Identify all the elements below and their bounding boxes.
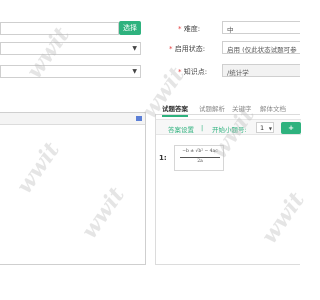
type-select[interactable]: ▼ [0,65,141,78]
answer-toolbar: 答案设置 | 开始小题号: 1 ▼ + [156,119,301,135]
required-mark: * [169,45,173,53]
editor-toolbar [0,113,145,125]
category-select[interactable]: ▼ [0,42,141,55]
formula-box[interactable]: −b ± √b² − 4ac 2a [174,145,224,171]
required-mark: * [178,68,182,76]
status-label: * 启用状态: [169,44,205,54]
chevron-down-icon: ▼ [132,68,137,75]
tab-document[interactable]: 解体文档 [260,103,286,113]
question-editor-panel [0,112,146,265]
knowledge-field[interactable]: /统计学 [222,64,300,77]
chevron-down-icon: ▼ [132,45,137,52]
knowledge-label: * 知识点: [178,67,207,77]
difficulty-label: * 难度: [178,24,200,34]
chevron-down-icon: ▼ [268,126,272,131]
source-input[interactable] [0,22,119,35]
required-mark: * [178,25,182,33]
editor-toolbar-icon[interactable] [136,116,142,121]
knowledge-value: /统计学 [227,69,249,77]
difficulty-label-text: 难度: [183,25,201,33]
knowledge-label-text: 知识点: [183,68,208,76]
tab-keywords[interactable]: 关键字 [232,103,252,113]
answer-settings-label: 答案设置 [168,126,194,134]
start-number-value: 1 [260,124,265,132]
editor-content-area[interactable] [0,125,145,265]
status-label-text: 启用状态: [174,45,206,53]
select-button[interactable]: 选择 [119,21,141,35]
add-subquestion-button[interactable]: + [281,122,301,134]
formula-denominator: 2a [197,159,203,164]
tab-analysis[interactable]: 试题解析 [199,103,225,113]
answer-panel: 答案设置 | 开始小题号: 1 ▼ + 1: −b ± √b² − 4ac 2a [155,115,301,265]
difficulty-value: 中 [227,26,234,34]
difficulty-field[interactable]: 中 [222,21,300,34]
answer-row-index: 1: [159,154,167,162]
formula-fraction-bar [180,157,220,158]
start-number-select[interactable]: 1 ▼ [256,122,274,133]
toolbar-separator: | [201,124,204,132]
status-field[interactable]: 启用 (仅此状态试题可参 [222,41,300,54]
formula-numerator: −b ± √b² − 4ac [182,149,218,154]
status-value: 启用 (仅此状态试题可参 [227,46,297,54]
start-number-label: 开始小题号: [212,126,247,134]
